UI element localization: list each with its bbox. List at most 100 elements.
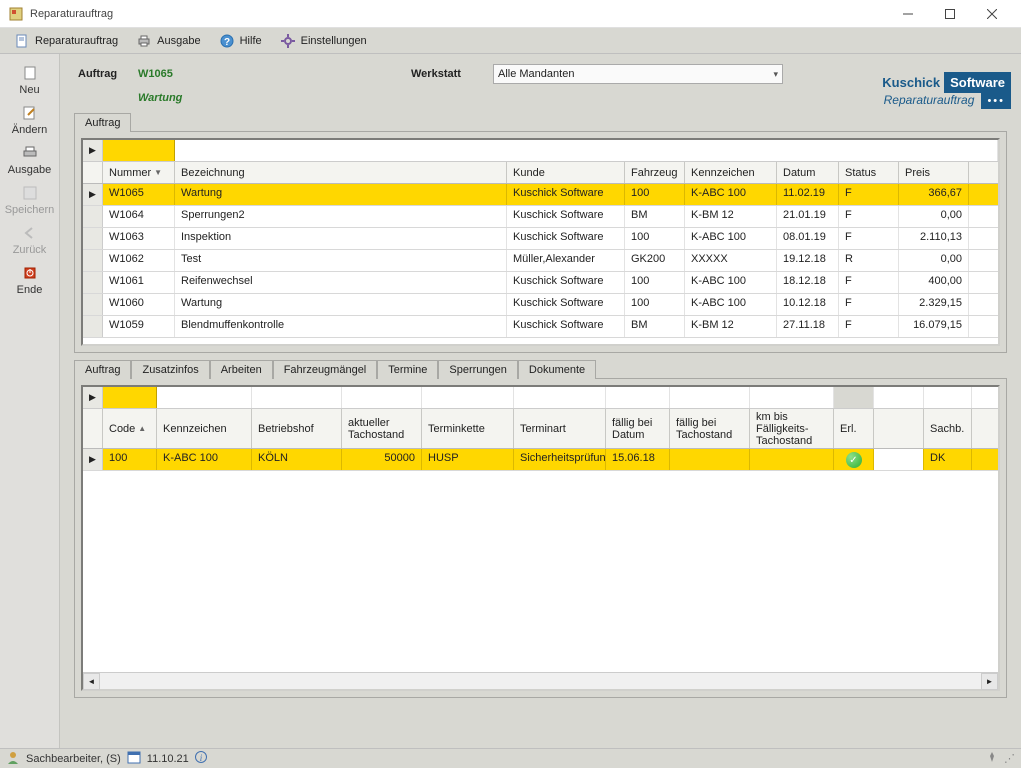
info-icon[interactable]: i: [195, 751, 207, 766]
sidebar-aendern[interactable]: Ändern: [4, 100, 56, 140]
lower-hscroll[interactable]: ◄ ►: [83, 672, 998, 689]
menu-hilfe[interactable]: ? Hilfe: [211, 30, 270, 52]
svg-text:?: ?: [224, 37, 230, 48]
lower-grid-header: Code▲ Kennzeichen Betriebshof aktueller …: [83, 409, 998, 449]
check-ok-icon: ✓: [846, 452, 862, 468]
row-handle[interactable]: [83, 272, 103, 293]
printer-icon: [21, 144, 39, 162]
col-fahrzeug[interactable]: Fahrzeug: [625, 162, 685, 183]
new-icon: [21, 64, 39, 82]
col-bezeichnung[interactable]: Bezeichnung: [175, 162, 507, 183]
title-bar: Reparaturauftrag: [0, 0, 1021, 28]
resize-grip-icon[interactable]: ⋰: [1004, 752, 1015, 765]
col-nummer[interactable]: Nummer▼: [103, 162, 175, 183]
row-handle[interactable]: [83, 294, 103, 315]
col-status[interactable]: Status: [839, 162, 899, 183]
upper-filter-row[interactable]: ▶: [83, 140, 998, 162]
maximize-button[interactable]: [929, 1, 971, 27]
chevron-down-icon: ▾: [773, 69, 778, 80]
werkstatt-select[interactable]: Alle Mandanten ▾: [493, 64, 783, 84]
calendar-icon: [127, 750, 141, 767]
table-row[interactable]: W1063InspektionKuschick Software100K-ABC…: [83, 228, 998, 250]
tab-sperrungen[interactable]: Sperrungen: [438, 360, 518, 379]
sidebar-ausgabe[interactable]: Ausgabe: [4, 140, 56, 180]
auftrag-value: W1065: [138, 68, 173, 80]
auftrag-label: Auftrag: [78, 68, 138, 80]
row-handle[interactable]: ▶: [83, 449, 103, 470]
table-row[interactable]: W1060WartungKuschick Software100K-ABC 10…: [83, 294, 998, 316]
printer-icon: [136, 33, 152, 49]
werkstatt-label: Werkstatt: [411, 68, 481, 80]
lower-grid: ▶ Code▲ Kennzeichen: [81, 385, 1000, 691]
tab-fahrzeugmaengel[interactable]: Fahrzeugmängel: [273, 360, 378, 379]
svg-text:i: i: [200, 753, 203, 763]
sidebar-speichern: Speichern: [4, 180, 56, 220]
tab-zusatzinfos[interactable]: Zusatzinfos: [131, 360, 209, 379]
table-row[interactable]: W1059BlendmuffenkontrolleKuschick Softwa…: [83, 316, 998, 338]
gear-icon: [280, 33, 296, 49]
row-handle[interactable]: [83, 250, 103, 271]
col-terminkette[interactable]: Terminkette: [422, 409, 514, 448]
sidebar-neu[interactable]: Neu: [4, 60, 56, 100]
table-row[interactable]: ▶W1065WartungKuschick Software100K-ABC 1…: [83, 184, 998, 206]
col-sachb[interactable]: Sachb.: [924, 409, 972, 448]
col-preis[interactable]: Preis: [899, 162, 969, 183]
tab-termine[interactable]: Termine: [377, 360, 438, 379]
scroll-right-icon[interactable]: ►: [981, 673, 998, 690]
col-betriebshof[interactable]: Betriebshof: [252, 409, 342, 448]
lower-tabset: Auftrag Zusatzinfos Arbeiten Fahrzeugmän…: [60, 359, 1021, 698]
pin-icon[interactable]: [986, 751, 998, 766]
status-bar: Sachbearbeiter, (S) 11.10.21 i ⋰: [0, 748, 1021, 768]
row-handle[interactable]: [83, 206, 103, 227]
upper-grid: ▶ Nummer▼ Bezeichnung Kunde Fahrzeug Ken…: [81, 138, 1000, 346]
menu-reparaturauftrag[interactable]: Reparaturauftrag: [6, 30, 126, 52]
tab-auftrag-lower[interactable]: Auftrag: [74, 360, 131, 379]
table-row[interactable]: ▶100K-ABC 100KÖLN50000HUSPSicherheitsprü…: [83, 449, 998, 471]
col-faellig-tacho[interactable]: fällig bei Tachostand: [670, 409, 750, 448]
col-code[interactable]: Code▲: [103, 409, 157, 448]
menu-bar: Reparaturauftrag Ausgabe ? Hilfe Einstel…: [0, 28, 1021, 54]
col-kennzeichen2[interactable]: Kennzeichen: [157, 409, 252, 448]
menu-einstellungen[interactable]: Einstellungen: [272, 30, 375, 52]
menu-ausgabe[interactable]: Ausgabe: [128, 30, 208, 52]
sidebar-ende[interactable]: Ende: [4, 260, 56, 300]
sidebar-toolbar: Neu Ändern Ausgabe Speichern Zurück Ende: [0, 54, 60, 748]
auftrag-subtitle: Wartung: [78, 88, 1021, 104]
user-icon: [6, 750, 20, 767]
row-handle[interactable]: [83, 228, 103, 249]
table-row[interactable]: W1064Sperrungen2Kuschick SoftwareBMK-BM …: [83, 206, 998, 228]
table-row[interactable]: W1062TestMüller,AlexanderGK200XXXXX19.12…: [83, 250, 998, 272]
sort-desc-icon: ▼: [154, 168, 162, 177]
close-button[interactable]: [971, 1, 1013, 27]
scroll-left-icon[interactable]: ◄: [83, 673, 100, 690]
back-icon: [21, 224, 39, 242]
upper-tabset: Auftrag ▶ Nummer▼ Bezeichnung Kunde Fahr…: [60, 112, 1021, 353]
upper-grid-body[interactable]: ▶W1065WartungKuschick Software100K-ABC 1…: [83, 184, 998, 342]
save-icon: [21, 184, 39, 202]
filter-handle[interactable]: ▶: [83, 140, 103, 161]
lower-filter-row[interactable]: ▶: [83, 387, 998, 409]
row-handle[interactable]: [83, 316, 103, 337]
minimize-button[interactable]: [887, 1, 929, 27]
col-terminart[interactable]: Terminart: [514, 409, 606, 448]
table-row[interactable]: W1061ReifenwechselKuschick Software100K-…: [83, 272, 998, 294]
tab-auftrag[interactable]: Auftrag: [74, 113, 131, 132]
col-kunde[interactable]: Kunde: [507, 162, 625, 183]
lower-grid-body[interactable]: ▶100K-ABC 100KÖLN50000HUSPSicherheitsprü…: [83, 449, 998, 672]
document-icon: [14, 33, 30, 49]
sort-asc-icon: ▲: [138, 424, 146, 433]
col-kennzeichen[interactable]: Kennzeichen: [685, 162, 777, 183]
row-handle[interactable]: ▶: [83, 184, 103, 205]
col-km-bis[interactable]: km bis Fälligkeits-Tachostand: [750, 409, 834, 448]
brand-box: Kuschick Software Reparaturauftrag •••: [882, 72, 1011, 109]
upper-grid-header: Nummer▼ Bezeichnung Kunde Fahrzeug Kennz…: [83, 162, 998, 184]
filter-nummer[interactable]: [103, 140, 175, 161]
filter-handle[interactable]: ▶: [83, 387, 103, 408]
col-faellig-datum[interactable]: fällig bei Datum: [606, 409, 670, 448]
tab-dokumente[interactable]: Dokumente: [518, 360, 596, 379]
col-datum[interactable]: Datum: [777, 162, 839, 183]
col-erl[interactable]: Erl.: [834, 409, 874, 448]
tab-arbeiten[interactable]: Arbeiten: [210, 360, 273, 379]
window-title: Reparaturauftrag: [30, 8, 887, 20]
col-akt-tacho[interactable]: aktueller Tachostand: [342, 409, 422, 448]
